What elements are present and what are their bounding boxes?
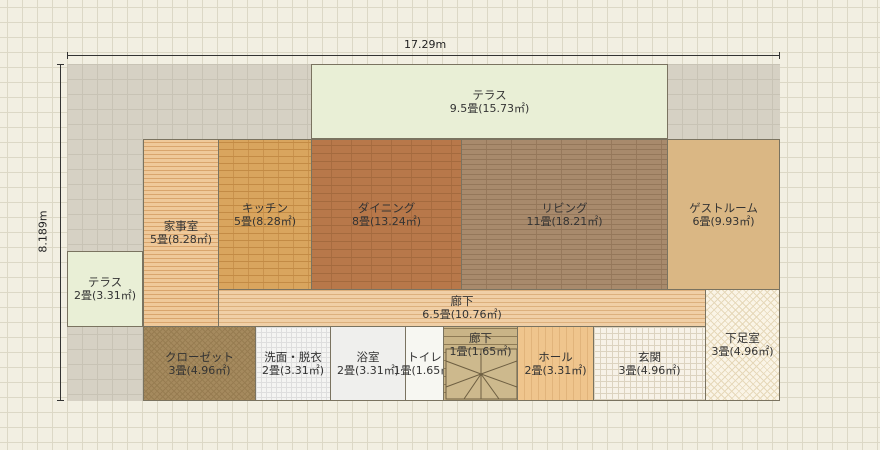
room-size: 3畳(4.96㎡) [168,363,231,377]
room-size: 6.5畳(10.76㎡) [422,308,502,321]
room-senmen[interactable]: 洗面・脱衣 2畳(3.31㎡) [255,326,331,401]
room-living[interactable]: リビング 11畳(18.21㎡) [461,139,668,290]
room-size: 2畳(3.31㎡) [73,289,137,302]
room-size: 11畳(18.21㎡) [526,214,603,228]
room-size: 8畳(13.24㎡) [351,214,422,228]
room-name: クローゼット [165,349,234,364]
room-size: 5畳(8.28㎡) [149,233,213,246]
room-rouka-main[interactable]: 廊下 6.5畳(10.76㎡) [218,289,706,327]
room-name: 廊下 [450,294,474,308]
room-closet[interactable]: クローゼット 3畳(4.96㎡) [143,326,256,401]
room-size: 3畳(4.96㎡) [618,363,681,377]
room-name: ダイニング [357,200,416,215]
room-size: 3畳(4.96㎡) [711,345,774,358]
room-size: 5畳(8.28㎡) [233,214,297,228]
room-name: 玄関 [638,349,661,364]
room-name: テラス [472,87,507,102]
width-dimension-tick-right [779,52,780,59]
room-name: ゲストルーム [689,200,758,215]
room-geta[interactable]: 下足室 3畳(4.96㎡) [705,289,780,401]
room-guest[interactable]: ゲストルーム 6畳(9.93㎡) [667,139,780,290]
width-dimension-tick-left [67,52,68,59]
room-name: 下足室 [725,331,760,345]
room-size: 2畳(3.31㎡) [524,363,587,377]
height-dimension-line [60,64,61,401]
room-size: 9.5畳(15.73㎡) [449,101,530,115]
width-dimension-line [67,55,780,56]
room-kaji[interactable]: 家事室 5畳(8.28㎡) [143,139,219,327]
room-size: 6畳(9.93㎡) [692,214,755,228]
room-size: 2畳(3.31㎡) [336,363,400,377]
room-name: トイレ [407,349,442,364]
room-name: ホール [538,349,573,364]
room-hall[interactable]: ホール 2畳(3.31㎡) [517,326,594,401]
height-dimension-tick-bottom [57,400,64,401]
width-dimension-label: 17.29m [404,38,447,51]
room-terrace-top[interactable]: テラス 9.5畳(15.73㎡) [311,64,668,139]
room-name: リビング [541,200,588,215]
room-name: テラス [87,275,123,289]
room-name: 浴室 [356,349,380,364]
room-name: 家事室 [163,219,199,233]
room-rouka-stair[interactable]: 廊下 1畳(1.65㎡) [443,326,518,401]
room-size: 2畳(3.31㎡) [261,363,325,377]
height-dimension-label: 8.189m [36,210,50,253]
room-name: キッチン [242,200,288,215]
room-size: 1畳(1.65㎡) [449,345,512,358]
room-name: 洗面・脱衣 [264,349,322,364]
room-dining[interactable]: ダイニング 8畳(13.24㎡) [311,139,462,290]
room-kitchen[interactable]: キッチン 5畳(8.28㎡) [218,139,312,290]
room-terrace-left[interactable]: テラス 2畳(3.31㎡) [67,251,143,327]
room-genkan[interactable]: 玄関 3畳(4.96㎡) [593,326,706,401]
height-dimension-tick-top [57,64,64,65]
room-name: 廊下 [469,331,492,345]
room-toilet[interactable]: トイレ 1畳(1.65㎡) [393,326,456,401]
